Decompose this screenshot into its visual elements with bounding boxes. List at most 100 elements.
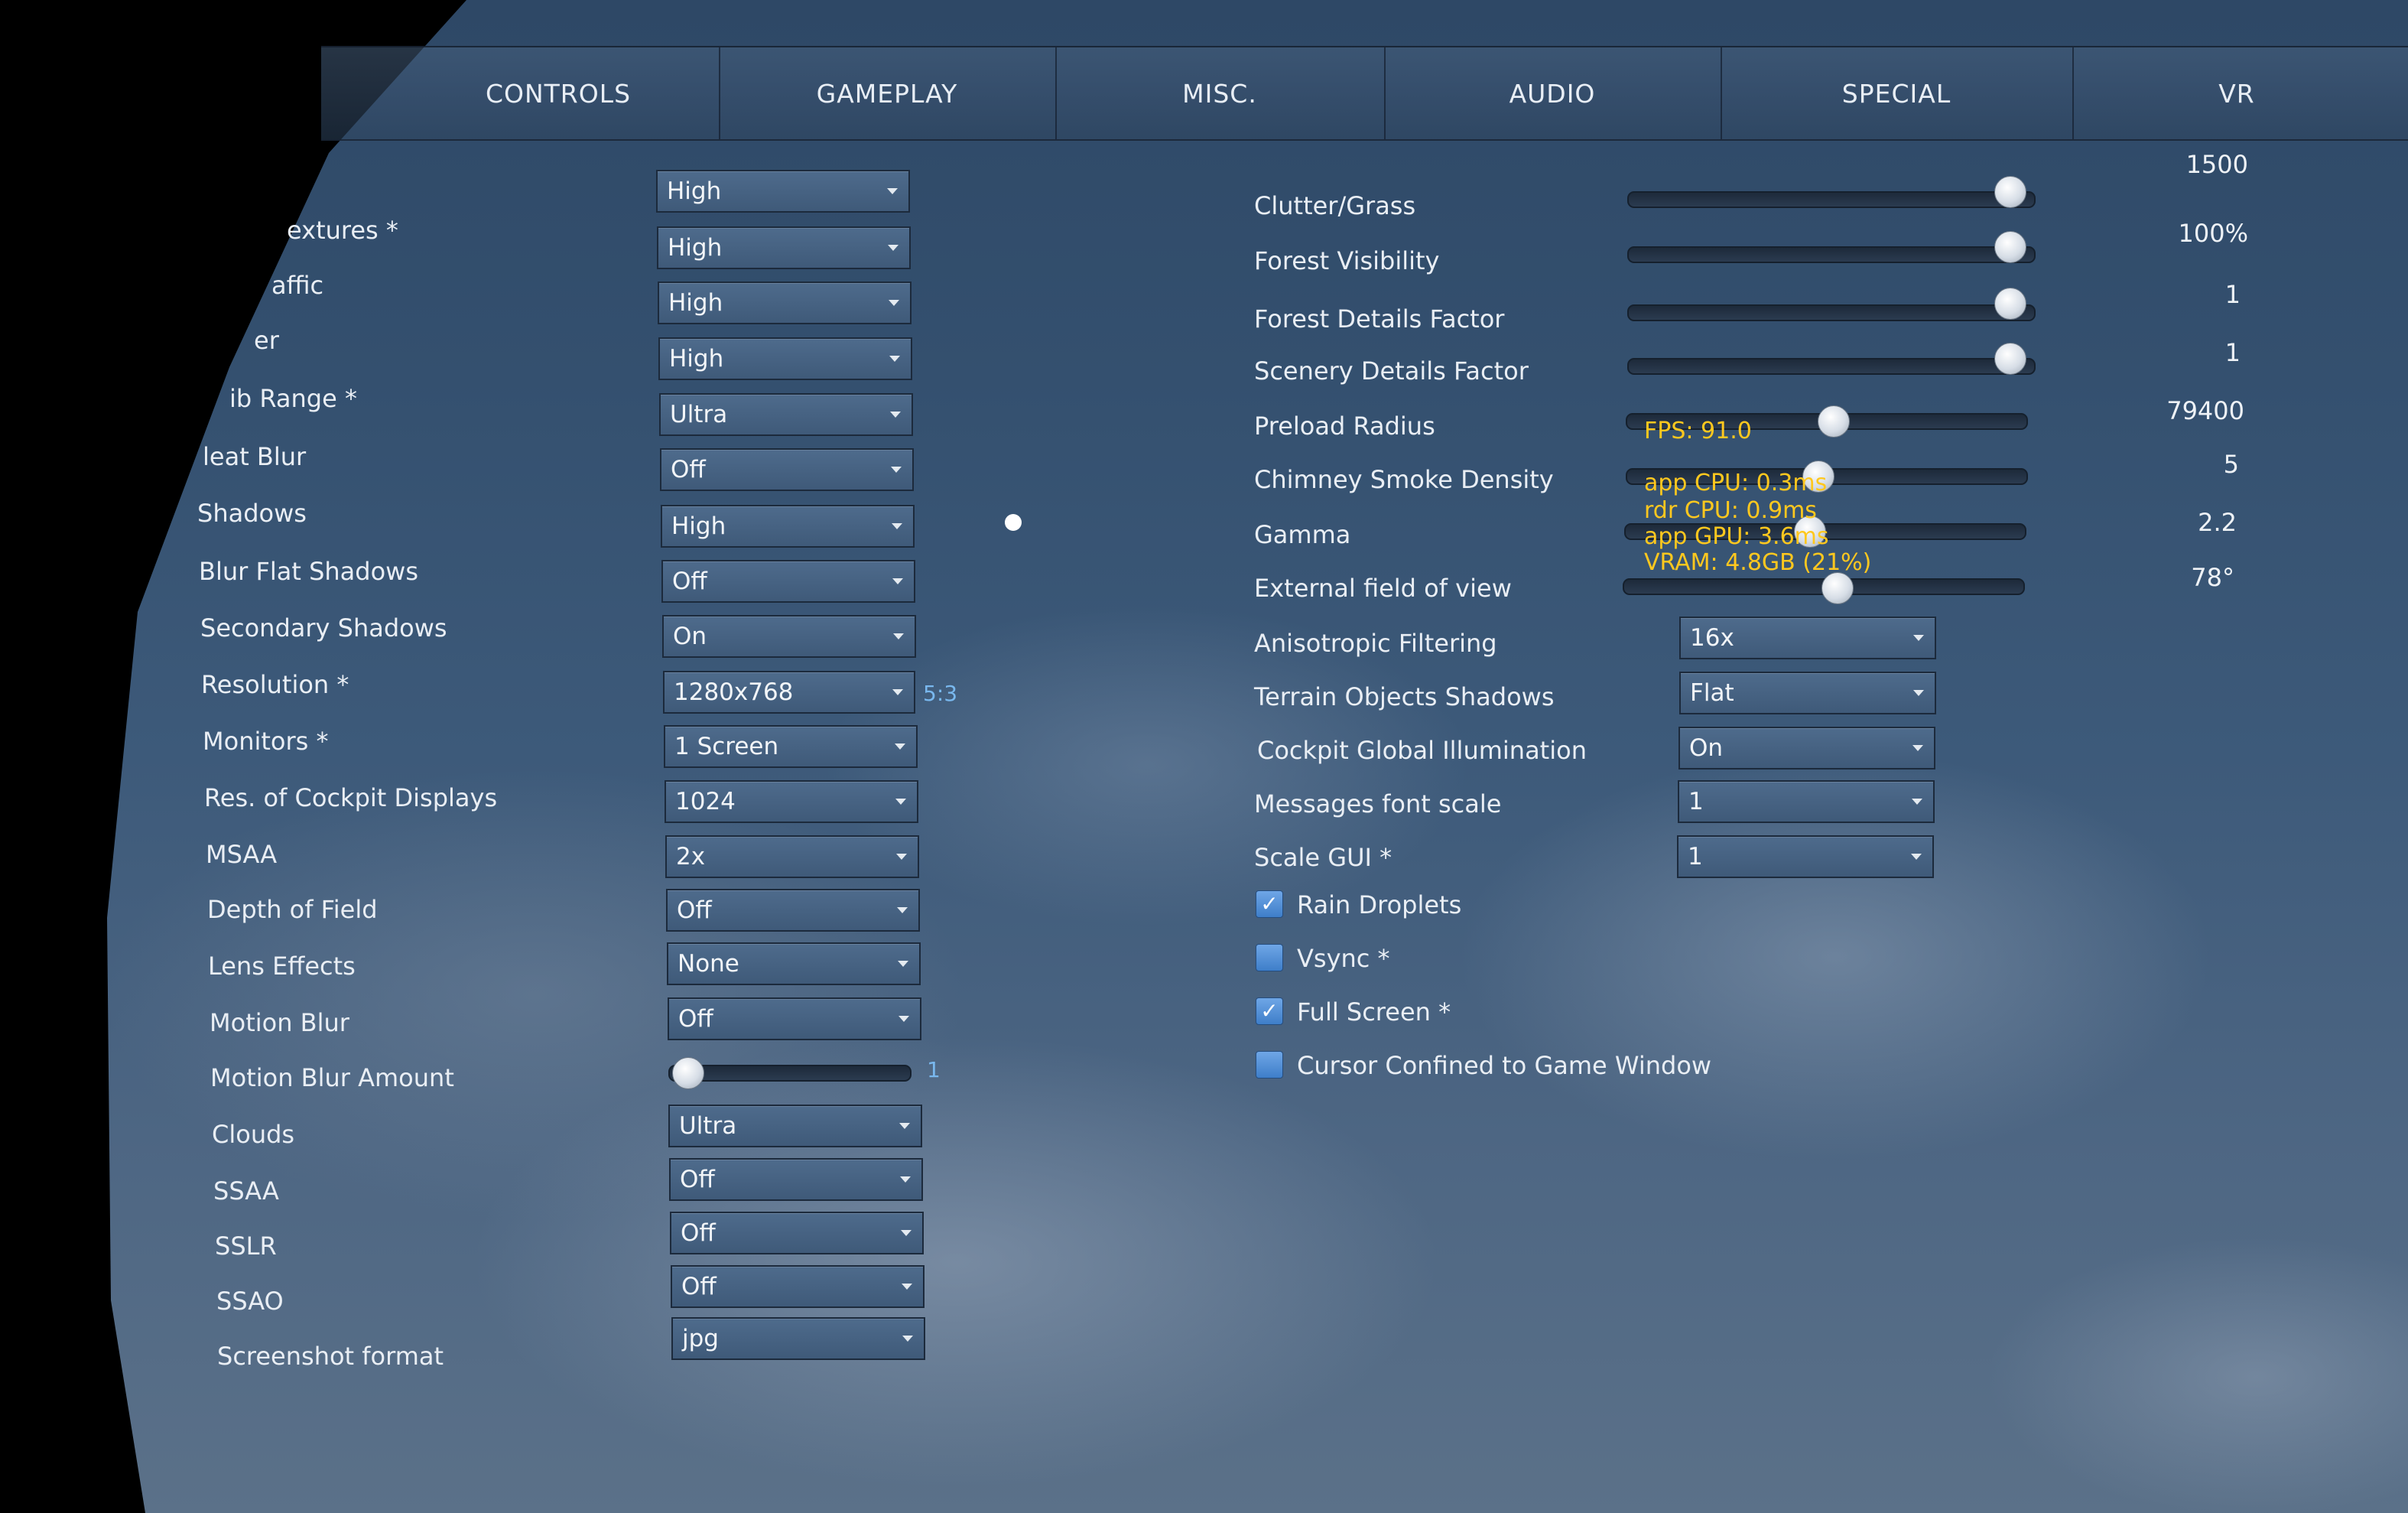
chevron-down-icon — [895, 743, 905, 750]
setting-label: Anisotropic Filtering — [1254, 629, 1497, 658]
aspect-ratio-label: 5:3 — [923, 681, 958, 706]
slider-label: Clutter/Grass — [1254, 191, 1416, 220]
setting-label: ib Range * — [229, 384, 357, 413]
monitors-dropdown[interactable]: 1 Screen — [664, 725, 918, 768]
external-fov-knob[interactable] — [1821, 572, 1854, 604]
slider-label: Forest Visibility — [1254, 246, 1440, 275]
lens-effects-dropdown[interactable]: None — [667, 942, 921, 985]
forest-visibility-knob[interactable] — [1994, 231, 2027, 263]
clutter-grass-slider[interactable] — [1627, 191, 2036, 208]
motion-blur-amount-slider[interactable] — [668, 1065, 912, 1082]
setting-label: affic — [271, 271, 324, 300]
dropdown-value: Flat — [1690, 679, 1734, 707]
dropdown-value: Ultra — [670, 401, 728, 428]
fps-counter: FPS: 91.0 — [1644, 418, 1752, 444]
setting-label: Blur Flat Shadows — [199, 557, 419, 586]
checkmark-icon: ✓ — [1260, 891, 1279, 916]
chevron-down-icon — [1912, 799, 1922, 805]
clutter-grass-knob[interactable] — [1994, 176, 2027, 208]
chevron-down-icon — [887, 188, 898, 194]
chevron-down-icon — [898, 961, 908, 967]
textures-dropdown[interactable]: High — [657, 226, 911, 269]
ssaa-dropdown[interactable]: Off — [669, 1158, 923, 1201]
anisotropic-filtering-dropdown[interactable]: 16x — [1679, 617, 1936, 659]
secondary-shadows-dropdown[interactable]: On — [662, 615, 916, 658]
setting-label: Scale GUI * — [1254, 843, 1392, 872]
cockpit-displays-dropdown[interactable]: 1024 — [665, 780, 918, 823]
motion-blur-amount-value: 1 — [927, 1057, 941, 1082]
dropdown-value: High — [668, 234, 723, 262]
quality-dropdown[interactable]: High — [656, 170, 910, 213]
cockpit-gi-dropdown[interactable]: On — [1678, 727, 1935, 770]
dropdown-value: 1280x768 — [674, 678, 794, 706]
msaa-dropdown[interactable]: 2x — [665, 835, 919, 878]
checkbox-label: Cursor Confined to Game Window — [1297, 1051, 1712, 1080]
tab-misc[interactable]: MISC. — [1055, 47, 1386, 139]
chevron-down-icon — [1911, 854, 1922, 860]
app-gpu-readout: app GPU: 3.6ms — [1644, 523, 1829, 550]
dropdown-value: 16x — [1690, 624, 1734, 652]
slider-label: Preload Radius — [1254, 412, 1435, 441]
slider-value: 2.2 — [2198, 508, 2237, 537]
chevron-down-icon — [895, 799, 906, 805]
setting-label: Messages font scale — [1254, 789, 1502, 818]
dropdown-value: Off — [681, 1219, 716, 1247]
tab-controls[interactable]: CONTROLS — [398, 47, 720, 139]
forest-details-knob[interactable] — [1994, 288, 2027, 320]
scenery-details-slider[interactable] — [1627, 358, 2036, 375]
water-dropdown[interactable]: High — [658, 337, 912, 380]
app-cpu-readout: app CPU: 0.3ms — [1644, 470, 1828, 496]
forest-details-slider[interactable] — [1627, 304, 2036, 321]
tab-special[interactable]: SPECIAL — [1721, 47, 2074, 139]
chevron-down-icon — [902, 1336, 913, 1342]
chevron-down-icon — [891, 467, 902, 473]
slider-value: 1 — [2224, 338, 2241, 367]
setting-label: Clouds — [212, 1120, 295, 1149]
chevron-down-icon — [893, 633, 904, 639]
checkmark-icon: ✓ — [1260, 998, 1279, 1023]
traffic-dropdown[interactable]: High — [658, 281, 912, 324]
dropdown-value: Ultra — [679, 1112, 737, 1140]
shadows-dropdown[interactable]: High — [661, 505, 915, 548]
slider-label: External field of view — [1254, 574, 1512, 603]
sslr-dropdown[interactable]: Off — [670, 1212, 924, 1254]
dropdown-value: Off — [678, 1005, 713, 1033]
dropdown-value: Off — [681, 1273, 717, 1300]
blur-flat-shadows-dropdown[interactable]: Off — [661, 560, 915, 603]
depth-of-field-dropdown[interactable]: Off — [666, 889, 920, 932]
cursor-confined-checkbox[interactable] — [1256, 1051, 1283, 1079]
terrain-objects-shadows-dropdown[interactable]: Flat — [1679, 672, 1936, 714]
scale-gui-dropdown[interactable]: 1 — [1677, 835, 1934, 878]
preload-radius-knob[interactable] — [1817, 405, 1850, 438]
messages-font-scale-dropdown[interactable]: 1 — [1678, 780, 1935, 823]
setting-label: Resolution * — [201, 670, 349, 699]
slider-label: Chimney Smoke Density — [1254, 465, 1554, 494]
chevron-down-icon — [900, 1176, 911, 1183]
tab-vr[interactable]: VR — [2072, 47, 2401, 139]
chevron-down-icon — [897, 907, 908, 913]
dropdown-value: 1 Screen — [674, 733, 779, 760]
screenshot-format-dropdown[interactable]: jpg — [671, 1317, 925, 1360]
settings-tab-bar: CONTROLS GAMEPLAY MISC. AUDIO SPECIAL VR — [321, 46, 2408, 141]
clouds-dropdown[interactable]: Ultra — [668, 1105, 922, 1147]
tab-audio[interactable]: AUDIO — [1384, 47, 1722, 139]
dropdown-value: On — [1689, 734, 1724, 762]
tab-gameplay[interactable]: GAMEPLAY — [719, 47, 1057, 139]
vsync-checkbox[interactable] — [1256, 944, 1283, 971]
motion-blur-dropdown[interactable]: Off — [668, 997, 921, 1040]
full-screen-checkbox[interactable]: ✓ — [1256, 997, 1283, 1025]
dropdown-value: None — [678, 950, 739, 978]
dropdown-value: High — [671, 512, 726, 540]
visib-range-dropdown[interactable]: Ultra — [659, 393, 913, 436]
rain-droplets-checkbox[interactable]: ✓ — [1256, 890, 1283, 918]
chevron-down-icon — [1912, 745, 1923, 751]
ssao-dropdown[interactable]: Off — [671, 1265, 925, 1308]
heat-blur-dropdown[interactable]: Off — [660, 448, 914, 491]
forest-visibility-slider[interactable] — [1627, 246, 2036, 263]
chevron-down-icon — [1913, 635, 1924, 641]
scenery-details-knob[interactable] — [1994, 343, 2027, 375]
dropdown-value: Off — [677, 896, 712, 924]
checkbox-label: Full Screen * — [1297, 997, 1451, 1027]
resolution-dropdown[interactable]: 1280x768 — [663, 671, 915, 714]
setting-label: SSAO — [216, 1287, 284, 1316]
